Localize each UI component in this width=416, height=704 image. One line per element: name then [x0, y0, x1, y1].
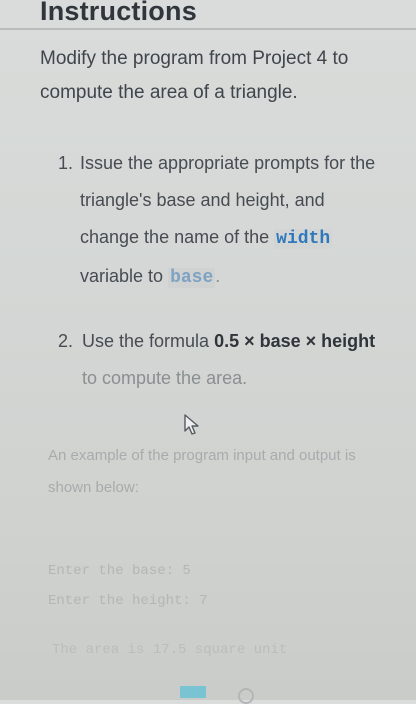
console-line: Enter the height: 7: [48, 593, 208, 609]
console-output-line: The area is 17.5 square unit: [52, 642, 288, 658]
intro-paragraph: Modify the program from Project 4 to com…: [40, 48, 349, 103]
code-token-base: base: [168, 268, 216, 288]
mouse-pointer-icon: [184, 414, 199, 435]
step-text: variable to: [80, 266, 169, 286]
page-title: Instructions: [40, 0, 197, 26]
step-number: 2.: [58, 331, 74, 351]
console-sample: Enter the base: 5 Enter the height: 7: [48, 556, 388, 616]
circle-icon[interactable]: [238, 688, 254, 704]
list-item: 2. Use the formula 0.5 × base × height t…: [58, 323, 388, 397]
step-text: .: [215, 266, 221, 286]
step-list: 1. Issue the appropriate prompts for the…: [58, 145, 388, 397]
step-text: to compute the area.: [82, 368, 248, 388]
list-item: 1. Issue the appropriate prompts for the…: [58, 145, 388, 297]
code-token-width: width: [274, 229, 333, 249]
console-line: Enter the base: 5: [48, 563, 191, 579]
instructions-panel: Instructions Modify the program from Pro…: [0, 0, 416, 704]
example-caption: An example of the program input and outp…: [48, 447, 356, 496]
step-text: Use the formula: [82, 331, 215, 351]
status-square-icon: [180, 686, 206, 698]
title-divider: [0, 28, 416, 30]
step-number: 1.: [58, 153, 74, 173]
bottom-toolbar: [0, 680, 416, 704]
formula-text: 0.5 × base × height: [214, 331, 376, 351]
